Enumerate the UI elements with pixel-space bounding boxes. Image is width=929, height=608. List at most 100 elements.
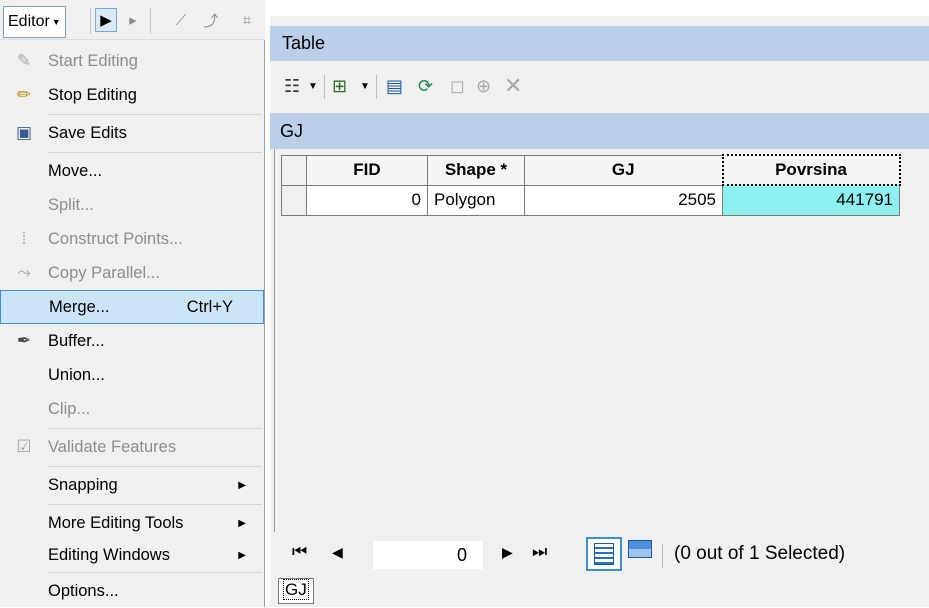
menu-item-label: Start Editing bbox=[48, 51, 138, 70]
table-toolbar: ☷ ▼ ⊞ ▼ ▤ ⟳ ◻ ⊕ ✕ bbox=[270, 61, 929, 113]
menu-item-save-edits[interactable]: ▣ Save Edits bbox=[0, 116, 264, 150]
menu-separator bbox=[48, 114, 262, 115]
menu-item-start-editing[interactable]: ✎ Start Editing bbox=[0, 44, 264, 78]
next-record-icon[interactable]: ▶ bbox=[502, 544, 513, 561]
menu-item-stop-editing[interactable]: ✏ Stop Editing bbox=[0, 78, 264, 112]
cell-shape[interactable]: Polygon bbox=[427, 184, 525, 216]
show-all-records-button[interactable] bbox=[586, 537, 622, 571]
column-header-gj[interactable]: GJ bbox=[524, 154, 723, 186]
attribute-grid: FID Shape * GJ Povrsina 0 Polygon 2505 4… bbox=[274, 149, 929, 532]
tab-label: GJ bbox=[283, 579, 309, 600]
menu-item-label: Stop Editing bbox=[48, 85, 137, 104]
current-record-input[interactable]: 0 bbox=[373, 541, 483, 569]
submenu-arrow-icon: ▶ bbox=[238, 549, 246, 561]
switch-selection-icon[interactable]: ⟳ bbox=[418, 72, 433, 100]
pointer-icon[interactable]: ▶ bbox=[95, 8, 117, 32]
menu-item-label: Split... bbox=[48, 195, 94, 214]
edit-vertices-icon[interactable]: ⌗ bbox=[236, 8, 258, 32]
first-record-icon[interactable]: ⏮ bbox=[292, 542, 307, 562]
menu-item-validate-features[interactable]: ☑ Validate Features bbox=[0, 430, 264, 464]
clear-selection-icon[interactable]: ◻ bbox=[450, 72, 465, 100]
menu-item-split[interactable]: Split... bbox=[0, 188, 264, 222]
column-header-shape[interactable]: Shape * bbox=[427, 154, 525, 186]
layer-table-header: GJ bbox=[270, 113, 929, 149]
chevron-down-icon[interactable]: ▼ bbox=[360, 72, 370, 100]
toolbar-separator bbox=[324, 75, 325, 99]
menu-item-copy-parallel[interactable]: ⤳ Copy Parallel... bbox=[0, 256, 264, 290]
row-selector-header[interactable] bbox=[281, 154, 307, 186]
menu-item-label: Validate Features bbox=[48, 437, 177, 456]
previous-record-icon[interactable]: ◀ bbox=[332, 544, 343, 561]
stop-editing-icon: ✏ bbox=[16, 85, 32, 104]
menu-item-label: Copy Parallel... bbox=[48, 263, 160, 282]
menu-item-move[interactable]: Move... bbox=[0, 154, 264, 188]
menu-item-label: Construct Points... bbox=[48, 229, 183, 248]
editor-menu-label: Editor bbox=[8, 13, 50, 30]
menu-separator bbox=[48, 504, 262, 505]
select-by-attributes-icon[interactable]: ▤ bbox=[386, 72, 403, 100]
submenu-arrow-icon: ▶ bbox=[238, 517, 246, 529]
record-navigation-bar: ⏮ ◀ 0 ▶ ⏭ (0 out of 1 Selected) bbox=[270, 532, 929, 577]
menu-item-options[interactable]: Options... bbox=[0, 574, 264, 608]
menu-item-label: Union... bbox=[48, 365, 105, 384]
last-record-icon[interactable]: ⏭ bbox=[532, 542, 547, 562]
menu-item-construct-points[interactable]: ⁞ Construct Points... bbox=[0, 222, 264, 256]
table-tab-strip: GJ bbox=[270, 577, 929, 607]
table-window-title: Table bbox=[270, 26, 929, 61]
zoom-to-selected-icon[interactable]: ⊕ bbox=[476, 72, 491, 100]
menu-item-shortcut: Ctrl+Y bbox=[186, 297, 233, 316]
menu-item-editing-windows[interactable]: Editing Windows ▶ bbox=[0, 538, 264, 572]
menu-item-label: Snapping bbox=[48, 475, 118, 494]
editor-dropdown-menu: ✎ Start Editing ✏ Stop Editing ▣ Save Ed… bbox=[0, 40, 265, 607]
related-tables-icon[interactable]: ⊞ bbox=[332, 72, 347, 100]
menu-item-buffer[interactable]: ✒ Buffer... bbox=[0, 324, 264, 358]
table-window: Table ☷ ▼ ⊞ ▼ ▤ ⟳ ◻ ⊕ ✕ GJ FID Shape * G… bbox=[270, 16, 929, 607]
menu-item-label: Merge... bbox=[49, 297, 110, 316]
column-header-fid[interactable]: FID bbox=[306, 154, 428, 186]
menu-item-more-editing-tools[interactable]: More Editing Tools ▶ bbox=[0, 506, 264, 540]
table-header-row: FID Shape * GJ Povrsina bbox=[281, 154, 901, 186]
editor-menu-button[interactable]: Editor ▼ bbox=[3, 6, 66, 38]
menu-item-merge[interactable]: Merge... Ctrl+Y bbox=[0, 290, 264, 324]
menu-separator bbox=[48, 466, 262, 467]
delete-selected-icon[interactable]: ✕ bbox=[504, 72, 522, 100]
toolbar-separator bbox=[90, 8, 91, 34]
show-all-records-icon bbox=[594, 543, 614, 565]
menu-item-label: Buffer... bbox=[48, 331, 105, 350]
tab-gj[interactable]: GJ bbox=[278, 578, 314, 604]
construct-points-icon: ⁞ bbox=[21, 229, 27, 248]
menu-item-label: Move... bbox=[48, 161, 103, 180]
menu-item-label: More Editing Tools bbox=[48, 513, 184, 532]
chevron-down-icon[interactable]: ▼ bbox=[308, 72, 318, 100]
table-options-icon[interactable]: ☷ bbox=[284, 72, 300, 100]
cell-gj[interactable]: 2505 bbox=[524, 184, 723, 216]
selection-status: (0 out of 1 Selected) bbox=[674, 543, 846, 564]
menu-item-label: Save Edits bbox=[48, 123, 127, 142]
menu-item-label: Options... bbox=[48, 581, 119, 600]
menu-item-label: Editing Windows bbox=[48, 545, 170, 564]
menu-item-clip[interactable]: Clip... bbox=[0, 392, 264, 426]
attribute-table: FID Shape * GJ Povrsina 0 Polygon 2505 4… bbox=[281, 154, 901, 216]
menu-item-snapping[interactable]: Snapping ▶ bbox=[0, 468, 264, 502]
menu-item-union[interactable]: Union... bbox=[0, 358, 264, 392]
straight-segment-icon[interactable]: ⟋ bbox=[170, 8, 192, 32]
editor-toolbar: Editor ▼ ▶ ▸ ⟋ ⤴ ⌗ bbox=[0, 0, 265, 40]
submenu-arrow-icon: ▶ bbox=[238, 479, 246, 491]
toolbar-separator bbox=[150, 8, 151, 34]
row-selector[interactable] bbox=[281, 184, 307, 216]
menu-separator bbox=[48, 428, 262, 429]
table-row[interactable]: 0 Polygon 2505 441791 bbox=[281, 184, 900, 216]
column-header-povrsina[interactable]: Povrsina bbox=[721, 154, 901, 186]
copy-parallel-icon: ⤳ bbox=[17, 263, 31, 282]
save-edits-icon: ▣ bbox=[15, 123, 33, 142]
toolbar-separator bbox=[662, 544, 663, 568]
menu-item-label: Clip... bbox=[48, 399, 91, 418]
menu-separator bbox=[48, 152, 262, 153]
cell-povrsina[interactable]: 441791 bbox=[722, 184, 900, 216]
buffer-icon: ✒ bbox=[16, 331, 32, 350]
cell-fid[interactable]: 0 bbox=[306, 184, 428, 216]
edit-annotation-icon[interactable]: ▸ bbox=[122, 8, 144, 32]
menu-separator bbox=[48, 572, 262, 573]
show-selected-records-icon[interactable] bbox=[628, 540, 652, 558]
trace-icon[interactable]: ⤴ bbox=[200, 8, 222, 32]
